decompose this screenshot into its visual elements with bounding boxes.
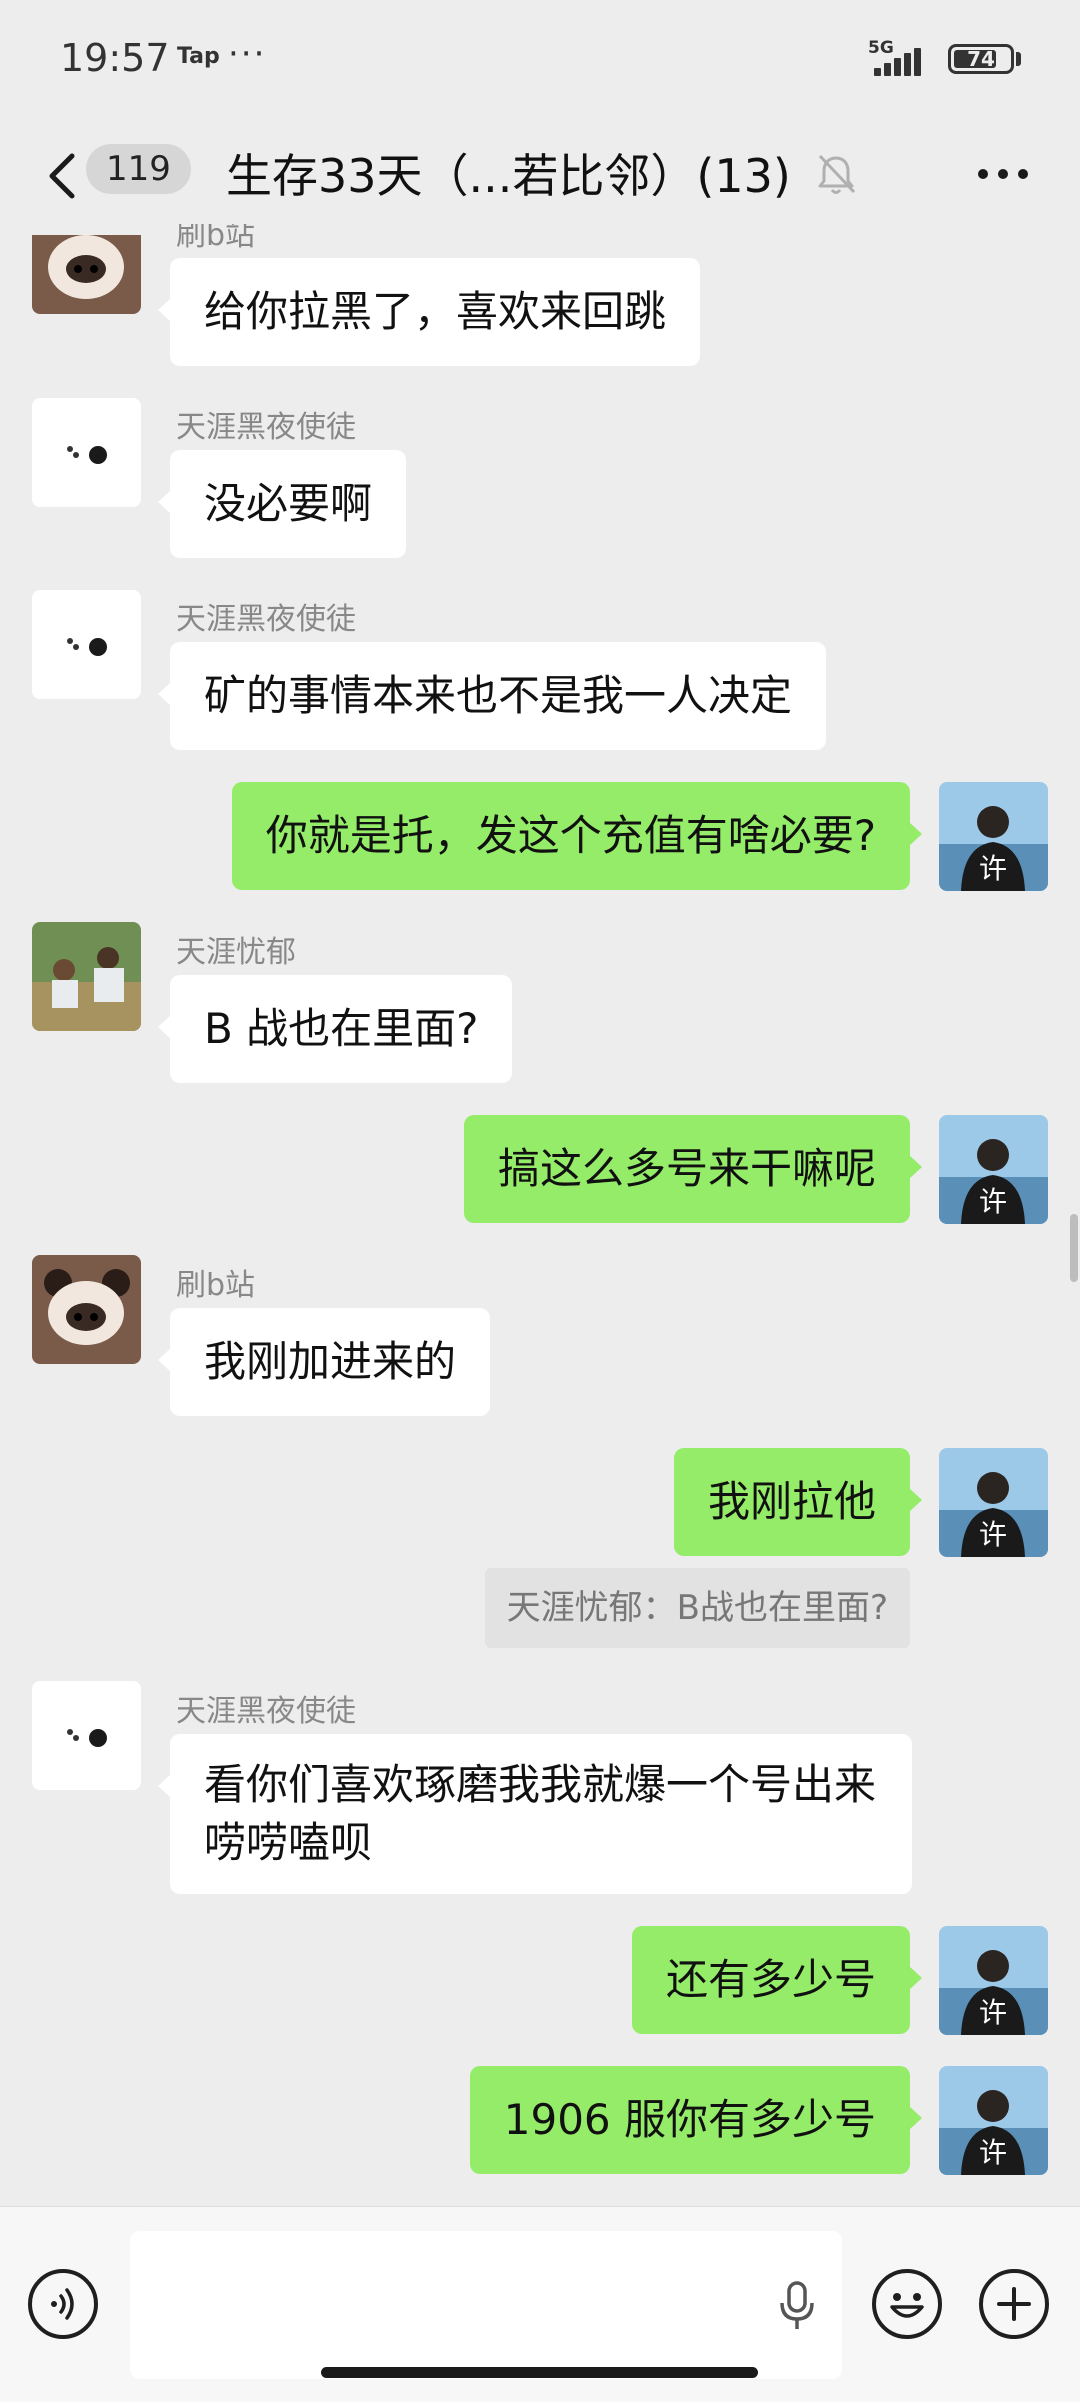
message-bubble-outgoing[interactable]: 还有多少号	[631, 1926, 923, 2034]
message-bubble-outgoing[interactable]: 1906 服你有多少号	[469, 2066, 923, 2174]
message-bubble-outgoing[interactable]: 搞这么多号来干嘛呢	[463, 1115, 923, 1223]
mic-button[interactable]	[772, 2275, 822, 2335]
quoted-message[interactable]: 天涯忧郁：B战也在里面?	[484, 1568, 910, 1648]
message-bubble-incoming[interactable]: B 战也在里面?	[157, 975, 513, 1083]
message-bubble-outgoing[interactable]: 你就是托，发这个充值有啥必要?	[231, 782, 923, 890]
svg-text:许: 许	[979, 1185, 1007, 1218]
message-sender: 刷b站	[176, 1268, 256, 1303]
emoji-icon	[890, 2293, 924, 2318]
battery-tip	[1016, 52, 1021, 66]
add-button[interactable]	[979, 2269, 1049, 2339]
chat-header: 119 生存33天（...若比邻）(13)	[0, 120, 1080, 232]
avatar-self[interactable]: 许	[939, 2066, 1048, 2175]
avatar-dots[interactable]	[32, 1681, 141, 1790]
message-sender: 天涯黑夜使徒	[176, 410, 356, 445]
avatar-self[interactable]: 许	[939, 1448, 1048, 1557]
status-app-indicator: Tap	[177, 44, 220, 69]
avatar-self[interactable]: 许	[939, 1115, 1048, 1224]
battery-icon: 74	[948, 44, 1014, 74]
message-input[interactable]	[130, 2231, 842, 2379]
unread-count-badge[interactable]: 119	[86, 144, 191, 194]
plus-icon	[997, 2287, 1031, 2321]
back-button[interactable]	[40, 142, 84, 210]
svg-text:许: 许	[979, 852, 1007, 885]
message-sender: 天涯黑夜使徒	[176, 1694, 356, 1729]
avatar-pig[interactable]	[32, 1255, 141, 1364]
avatar-dots[interactable]	[32, 590, 141, 699]
message-bubble-outgoing[interactable]: 我刚拉他	[673, 1448, 923, 1556]
mic-icon	[780, 2281, 814, 2329]
more-icon	[978, 169, 1028, 179]
voice-icon	[51, 2288, 74, 2320]
message-bubble-incoming[interactable]: 给你拉黑了，喜欢来回跳	[157, 258, 701, 366]
more-button[interactable]	[972, 146, 1034, 202]
status-bar: 19:57 Tap ··· 5G 74	[0, 0, 1080, 120]
status-time: 19:57	[60, 36, 170, 80]
scrollbar[interactable]	[1070, 1214, 1078, 1282]
chat-title[interactable]: 生存33天（...若比邻）(13)	[226, 142, 791, 210]
svg-text:许: 许	[979, 1996, 1007, 2029]
home-indicator[interactable]	[321, 2367, 758, 2378]
message-bubble-incoming[interactable]: 矿的事情本来也不是我一人决定	[157, 642, 827, 750]
signal-icon	[866, 42, 938, 76]
message-sender: 天涯黑夜使徒	[176, 602, 356, 637]
bell-off-icon	[812, 150, 860, 198]
message-sender: 天涯忧郁	[176, 935, 296, 970]
avatar-dots[interactable]	[32, 398, 141, 507]
voice-button[interactable]	[28, 2269, 98, 2339]
emoji-button[interactable]	[872, 2269, 942, 2339]
battery-level: 74	[967, 47, 995, 71]
avatar-kids[interactable]	[32, 922, 141, 1031]
svg-text:许: 许	[979, 1518, 1007, 1551]
avatar-self[interactable]: 许	[939, 1926, 1048, 2035]
chevron-left-icon	[49, 153, 75, 199]
status-more-dots: ···	[228, 34, 267, 74]
message-bubble-incoming[interactable]: 我刚加进来的	[157, 1308, 491, 1416]
avatar-self[interactable]: 许	[939, 782, 1048, 891]
message-bubble-incoming[interactable]: 没必要啊	[157, 450, 407, 558]
svg-text:许: 许	[979, 2136, 1007, 2169]
message-bubble-incoming[interactable]: 看你们喜欢琢磨我我就爆一个号出来唠唠嗑呗	[158, 1734, 912, 1894]
